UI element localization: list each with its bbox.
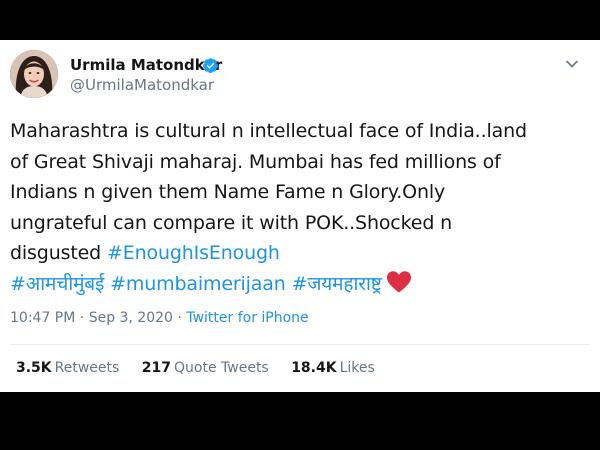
hashtag-link[interactable]: #आमचीमुंबई xyxy=(10,273,104,295)
author-name[interactable]: Urmila Matondkar xyxy=(70,56,222,74)
retweets-count: 3.5K xyxy=(16,360,52,376)
retweets-label: Retweets xyxy=(54,360,120,376)
likes-count: 18.4K xyxy=(291,360,337,376)
quote-tweets-count: 217 xyxy=(141,360,172,376)
tweet-text-line: of Great Shivaji maharaj. Mumbai has fed… xyxy=(10,150,501,173)
hashtag-link[interactable]: #जयमहाराष्ट्र xyxy=(292,273,382,295)
tweet-text-fragment: disgusted xyxy=(10,242,107,264)
tweet-stats: 3.5K Retweets 217 Quote Tweets 18.4K Likes xyxy=(16,360,393,376)
avatar-photo xyxy=(10,50,58,98)
tweet-text-line: Maharashtra is cultural n intellectual f… xyxy=(10,120,527,142)
likes-stat[interactable]: 18.4K Likes xyxy=(291,360,375,376)
tweet-text-line: ungrateful can compare it with POK..Shoc… xyxy=(10,211,453,234)
tweet-time[interactable]: 10:47 PM xyxy=(10,310,75,326)
tweet-source-link[interactable]: Twitter for iPhone xyxy=(186,310,308,326)
red-heart-icon xyxy=(386,270,411,292)
verified-badge-icon xyxy=(203,58,218,74)
hashtag-link[interactable]: #EnoughIsEnough xyxy=(107,242,280,264)
quote-tweets-stat[interactable]: 217 Quote Tweets xyxy=(142,360,269,376)
quote-tweets-label: Quote Tweets xyxy=(174,360,269,376)
tweet-date[interactable]: Sep 3, 2020 xyxy=(89,310,173,326)
chevron-down-icon[interactable] xyxy=(564,56,580,72)
hashtag-line: #आमचीमुंबई #mumbaimerijaan #जयमहाराष्ट्र xyxy=(10,269,590,300)
screenshot-frame: Urmila Matondkar @UrmilaMatondkar Mahara… xyxy=(0,0,600,450)
tweet-text-line: disgusted #EnoughIsEnough xyxy=(10,238,590,269)
meta-separator: · xyxy=(172,310,187,326)
likes-label: Likes xyxy=(339,360,375,376)
tweet-text-line: Indians n given them Name Fame n Glory.O… xyxy=(10,181,446,203)
tweet-timestamp: 10:47 PM · Sep 3, 2020 · Twitter for iPh… xyxy=(10,310,309,326)
hashtag-link[interactable]: #mumbaimerijaan xyxy=(110,273,286,295)
tweet-text: Maharashtra is cultural n intellectual f… xyxy=(10,116,590,299)
tweet-card: Urmila Matondkar @UrmilaMatondkar Mahara… xyxy=(0,40,600,392)
avatar[interactable] xyxy=(10,50,58,98)
divider xyxy=(10,344,590,345)
meta-separator: · xyxy=(75,310,89,326)
author-handle[interactable]: @UrmilaMatondkar xyxy=(70,76,214,94)
retweets-stat[interactable]: 3.5K Retweets xyxy=(16,360,119,376)
